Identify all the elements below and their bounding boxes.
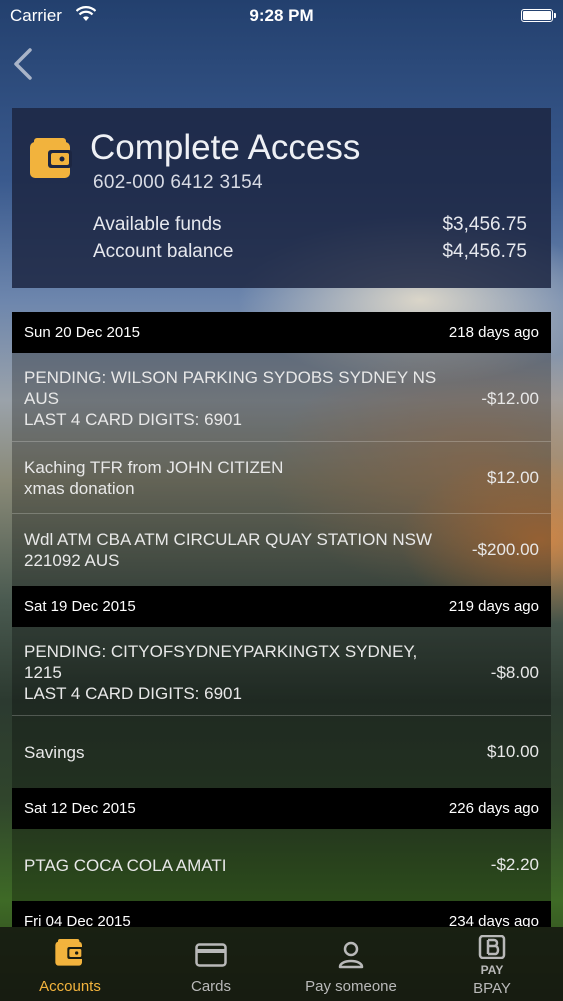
days-ago-label: 226 days ago bbox=[448, 800, 539, 817]
account-balance-row: Account balance $4,456.75 bbox=[93, 241, 527, 263]
tab-cards-label: Cards bbox=[190, 978, 231, 995]
tab-pay-someone-label: Pay someone bbox=[305, 978, 397, 995]
person-icon bbox=[337, 941, 365, 974]
days-ago-label: 219 days ago bbox=[448, 598, 539, 615]
chevron-left-icon bbox=[14, 48, 32, 80]
date-label: Fri 04 Dec 2015 bbox=[24, 913, 131, 927]
transaction-description: PENDING: CITYOFSYDNEYPARKINGTX SYDNEY, 1… bbox=[24, 642, 418, 703]
transaction-amount: -$2.20 bbox=[490, 855, 539, 874]
transaction-amount: $12.00 bbox=[487, 468, 539, 487]
transaction-row[interactable]: Wdl ATM CBA ATM CIRCULAR QUAY STATION NS… bbox=[12, 514, 551, 586]
transaction-description: Wdl ATM CBA ATM CIRCULAR QUAY STATION NS… bbox=[24, 530, 433, 570]
account-summary-card: Complete Access 602-000 6412 3154 Availa… bbox=[12, 108, 551, 288]
date-label: Sat 12 Dec 2015 bbox=[24, 800, 136, 817]
clock: 9:28 PM bbox=[249, 6, 314, 25]
transaction-row[interactable]: PENDING: CITYOFSYDNEYPARKINGTX SYDNEY, 1… bbox=[12, 627, 551, 716]
available-funds-row: Available funds $3,456.75 bbox=[93, 214, 527, 236]
transaction-description: Kaching TFR from JOHN CITIZEN xmas donat… bbox=[24, 458, 284, 498]
account-balance-label: Account balance bbox=[93, 241, 234, 262]
transaction-amount: -$8.00 bbox=[490, 663, 539, 682]
transaction-row[interactable]: PENDING: WILSON PARKING SYDOBS SYDNEY NS… bbox=[12, 353, 551, 442]
bpay-pay-text: PAY bbox=[480, 963, 504, 977]
available-funds-label: Available funds bbox=[93, 214, 222, 235]
days-ago-label: 218 days ago bbox=[448, 324, 539, 341]
date-header: Fri 04 Dec 2015 234 days ago bbox=[12, 901, 551, 927]
account-balance-value: $4,456.75 bbox=[442, 241, 527, 262]
tab-accounts-label: Accounts bbox=[39, 978, 101, 995]
date-label: Sat 19 Dec 2015 bbox=[24, 598, 136, 615]
transaction-row[interactable]: Kaching TFR from JOHN CITIZEN xmas donat… bbox=[12, 442, 551, 514]
tab-pay-someone[interactable]: Pay someone bbox=[281, 927, 421, 1001]
tab-accounts[interactable]: Accounts bbox=[0, 927, 140, 1001]
available-funds-value: $3,456.75 bbox=[442, 214, 527, 235]
transaction-amount: -$12.00 bbox=[481, 389, 539, 408]
tab-bpay[interactable]: PAY BPAY bbox=[422, 927, 562, 1001]
back-button[interactable] bbox=[10, 44, 40, 84]
transaction-description: PENDING: WILSON PARKING SYDOBS SYDNEY NS… bbox=[24, 368, 437, 429]
date-label: Sun 20 Dec 2015 bbox=[24, 324, 140, 341]
transaction-amount: $10.00 bbox=[487, 742, 539, 761]
tab-cards[interactable]: Cards bbox=[141, 927, 281, 1001]
date-header: Sun 20 Dec 2015 218 days ago bbox=[12, 312, 551, 353]
transaction-row[interactable]: Savings $10.00 bbox=[12, 716, 551, 788]
transaction-list[interactable]: Sun 20 Dec 2015 218 days ago PENDING: WI… bbox=[12, 312, 551, 927]
tab-bpay-label: BPAY bbox=[473, 980, 511, 997]
account-name: Complete Access bbox=[90, 128, 361, 167]
transaction-description: PTAG COCA COLA AMATI bbox=[24, 856, 227, 875]
days-ago-label: 234 days ago bbox=[448, 913, 539, 927]
wallet-icon bbox=[55, 939, 85, 972]
account-number: 602-000 6412 3154 bbox=[93, 172, 263, 193]
transaction-row[interactable]: PTAG COCA COLA AMATI -$2.20 bbox=[12, 829, 551, 901]
credit-card-icon bbox=[195, 943, 227, 972]
battery-icon bbox=[521, 9, 556, 22]
date-header: Sat 12 Dec 2015 226 days ago bbox=[12, 788, 551, 829]
wallet-icon bbox=[30, 138, 74, 180]
transaction-amount: -$200.00 bbox=[471, 540, 539, 559]
date-header: Sat 19 Dec 2015 219 days ago bbox=[12, 586, 551, 627]
tab-bar: Accounts Cards Pay someone PAY BPAY bbox=[0, 927, 563, 1001]
status-bar: Carrier 9:28 PM bbox=[0, 0, 563, 32]
bpay-logo-icon bbox=[478, 934, 506, 964]
transaction-description: Savings bbox=[24, 743, 85, 762]
